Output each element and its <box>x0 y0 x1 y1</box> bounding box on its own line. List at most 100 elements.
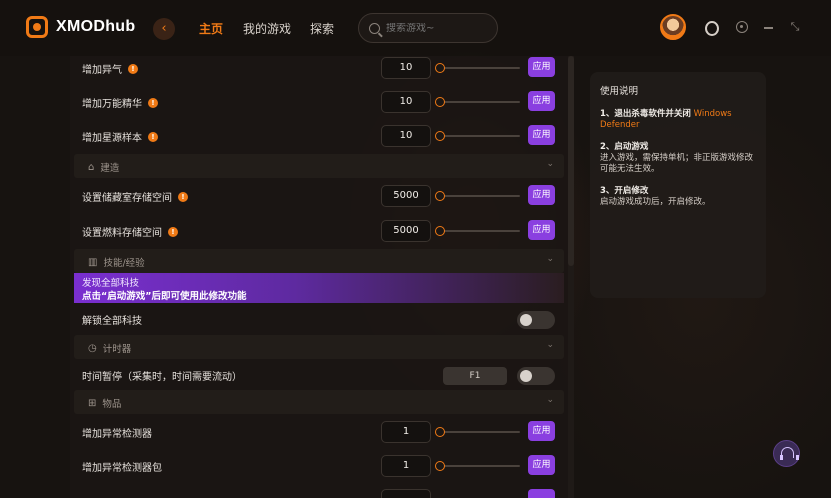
banner-title: 发现全部科技 <box>82 278 140 289</box>
search-icon <box>369 22 380 34</box>
instructions-panel: 使用说明 1、退出杀毒软件并关闭 Windows Defender 2、启动游戏… <box>590 72 766 298</box>
instruction-step: 2、启动游戏 进入游戏，需保持单机；非正版游戏修改可能无法生效。 <box>600 142 756 175</box>
info-icon[interactable]: ! <box>148 97 158 108</box>
value-slider[interactable] <box>435 131 520 141</box>
apply-button[interactable]: 应用 <box>528 421 555 441</box>
value-input[interactable]: 10 <box>381 91 431 113</box>
value-input[interactable] <box>381 489 431 498</box>
chevron-down-icon[interactable]: ⌄ <box>546 340 554 350</box>
section-timer[interactable]: ◷ 计时器 ⌄ <box>74 335 564 359</box>
unlock-tech-toggle[interactable] <box>517 311 555 329</box>
info-icon[interactable]: ! <box>168 226 178 237</box>
apply-button[interactable]: 应用 <box>528 57 555 77</box>
minimize-icon[interactable] <box>762 20 776 34</box>
apply-button[interactable]: 应用 <box>528 125 555 145</box>
row-label: 解锁全部科技 <box>82 316 142 327</box>
value-input[interactable]: 1 <box>381 455 431 477</box>
row-label: 设置储藏室存储空间 <box>82 193 172 204</box>
apply-button[interactable]: 应用 <box>528 185 555 205</box>
step-heading: 2、启动游戏 <box>600 142 649 152</box>
list-item: 设置储藏室存储空间! 5000 应用 <box>70 179 568 213</box>
top-bar: XMODhub ‹ 主页 我的游戏 探索 ⤡ <box>0 0 831 56</box>
banner-message: 点击“启动游戏”后即可使用此修改功能 <box>82 291 247 302</box>
scrollbar[interactable] <box>568 56 574 498</box>
launch-required-banner: 发现全部科技 点击“启动游戏”后即可使用此修改功能 <box>74 273 564 303</box>
slider-handle[interactable] <box>435 427 445 437</box>
apply-button[interactable]: 应用 <box>528 91 555 111</box>
search-box[interactable] <box>358 13 498 43</box>
section-title: 计时器 <box>102 344 132 355</box>
value-slider[interactable] <box>435 63 520 73</box>
chevron-down-icon[interactable]: ⌄ <box>546 395 554 405</box>
scrollbar-thumb[interactable] <box>568 56 574 266</box>
value-slider[interactable] <box>435 427 520 437</box>
clock-icon: ◷ <box>88 342 97 354</box>
info-icon[interactable]: ! <box>148 131 158 142</box>
hotkey-badge[interactable]: F1 <box>443 367 507 385</box>
section-build[interactable]: ⌂ 建造 ⌄ <box>74 154 564 178</box>
value-input[interactable]: 1 <box>381 421 431 443</box>
settings-icon[interactable] <box>735 20 749 34</box>
back-button[interactable]: ‹ <box>153 18 175 40</box>
row-label: 增加万能精华 <box>82 99 142 110</box>
value-slider[interactable] <box>435 97 520 107</box>
list-item: 增加异气! 10 应用 <box>70 56 568 85</box>
slider-handle[interactable] <box>435 97 445 107</box>
logo-icon <box>26 16 48 38</box>
list-item: 时间暂停（采集时，时间需要流动） F1 <box>70 358 568 392</box>
row-label: 时间暂停（采集时，时间需要流动） <box>82 372 242 383</box>
value-slider[interactable] <box>435 191 520 201</box>
instructions-title: 使用说明 <box>600 86 639 97</box>
apply-button[interactable]: 应用 <box>528 220 555 240</box>
chevron-down-icon[interactable]: ⌄ <box>546 254 554 264</box>
info-icon[interactable]: ! <box>128 63 138 74</box>
maximize-icon[interactable]: ⤡ <box>788 20 802 34</box>
nav-my-games[interactable]: 我的游戏 <box>243 20 291 37</box>
slider-handle[interactable] <box>435 226 445 236</box>
row-label: 增加异气 <box>82 65 122 76</box>
box-icon: ⊞ <box>88 397 97 409</box>
section-title: 建造 <box>100 163 120 174</box>
value-input[interactable]: 5000 <box>381 185 431 207</box>
bars-icon: ▥ <box>88 256 98 268</box>
info-icon[interactable]: ! <box>178 191 188 202</box>
list-item: 设置燃料存储空间! 5000 应用 <box>70 214 568 248</box>
value-slider[interactable] <box>435 226 520 236</box>
nav-home[interactable]: 主页 <box>199 20 223 37</box>
row-label: 增加异常检测器 <box>82 429 152 440</box>
value-slider[interactable] <box>435 461 520 471</box>
apply-button[interactable] <box>528 489 555 498</box>
slider-handle[interactable] <box>435 131 445 141</box>
value-input[interactable]: 10 <box>381 125 431 147</box>
step-heading: 3、开启修改 <box>600 186 649 196</box>
slider-handle[interactable] <box>435 63 445 73</box>
list-item: 解锁全部科技 <box>70 302 568 336</box>
section-items[interactable]: ⊞ 物品 ⌄ <box>74 390 564 414</box>
instruction-step: 3、开启修改 启动游戏成功后，开启修改。 <box>600 186 756 208</box>
step-heading: 1、退出杀毒软件并关闭 <box>600 109 691 119</box>
list-item: 增加星源样本! 10 应用 <box>70 119 568 153</box>
list-item: 增加异常检测器 1 应用 <box>70 415 568 449</box>
section-title: 物品 <box>102 399 122 410</box>
value-input[interactable]: 5000 <box>381 220 431 242</box>
nav-explore[interactable]: 探索 <box>310 20 334 37</box>
app-logo[interactable]: XMODhub <box>26 16 135 38</box>
avatar[interactable] <box>660 14 686 40</box>
row-label: 增加异常检测器包 <box>82 463 162 474</box>
apply-button[interactable]: 应用 <box>528 455 555 475</box>
list-item <box>70 483 568 498</box>
cheat-list-panel: 增加异气! 10 应用 增加万能精华! 10 应用 增加星源样本! 10 应用 … <box>70 56 568 498</box>
section-skills[interactable]: ▥ 技能/经验 ⌄ <box>74 249 564 273</box>
row-label: 设置燃料存储空间 <box>82 228 162 239</box>
slider-handle[interactable] <box>435 191 445 201</box>
value-input[interactable]: 10 <box>381 57 431 79</box>
headset-icon[interactable] <box>773 440 800 467</box>
logo-text: XMODhub <box>56 18 136 35</box>
chevron-down-icon[interactable]: ⌄ <box>546 159 554 169</box>
search-input[interactable] <box>386 22 486 34</box>
shield-icon[interactable] <box>703 20 719 36</box>
time-pause-toggle[interactable] <box>517 367 555 385</box>
slider-handle[interactable] <box>435 461 445 471</box>
step-body: 启动游戏成功后，开启修改。 <box>600 197 711 207</box>
instruction-step: 1、退出杀毒软件并关闭 Windows Defender <box>600 109 756 131</box>
